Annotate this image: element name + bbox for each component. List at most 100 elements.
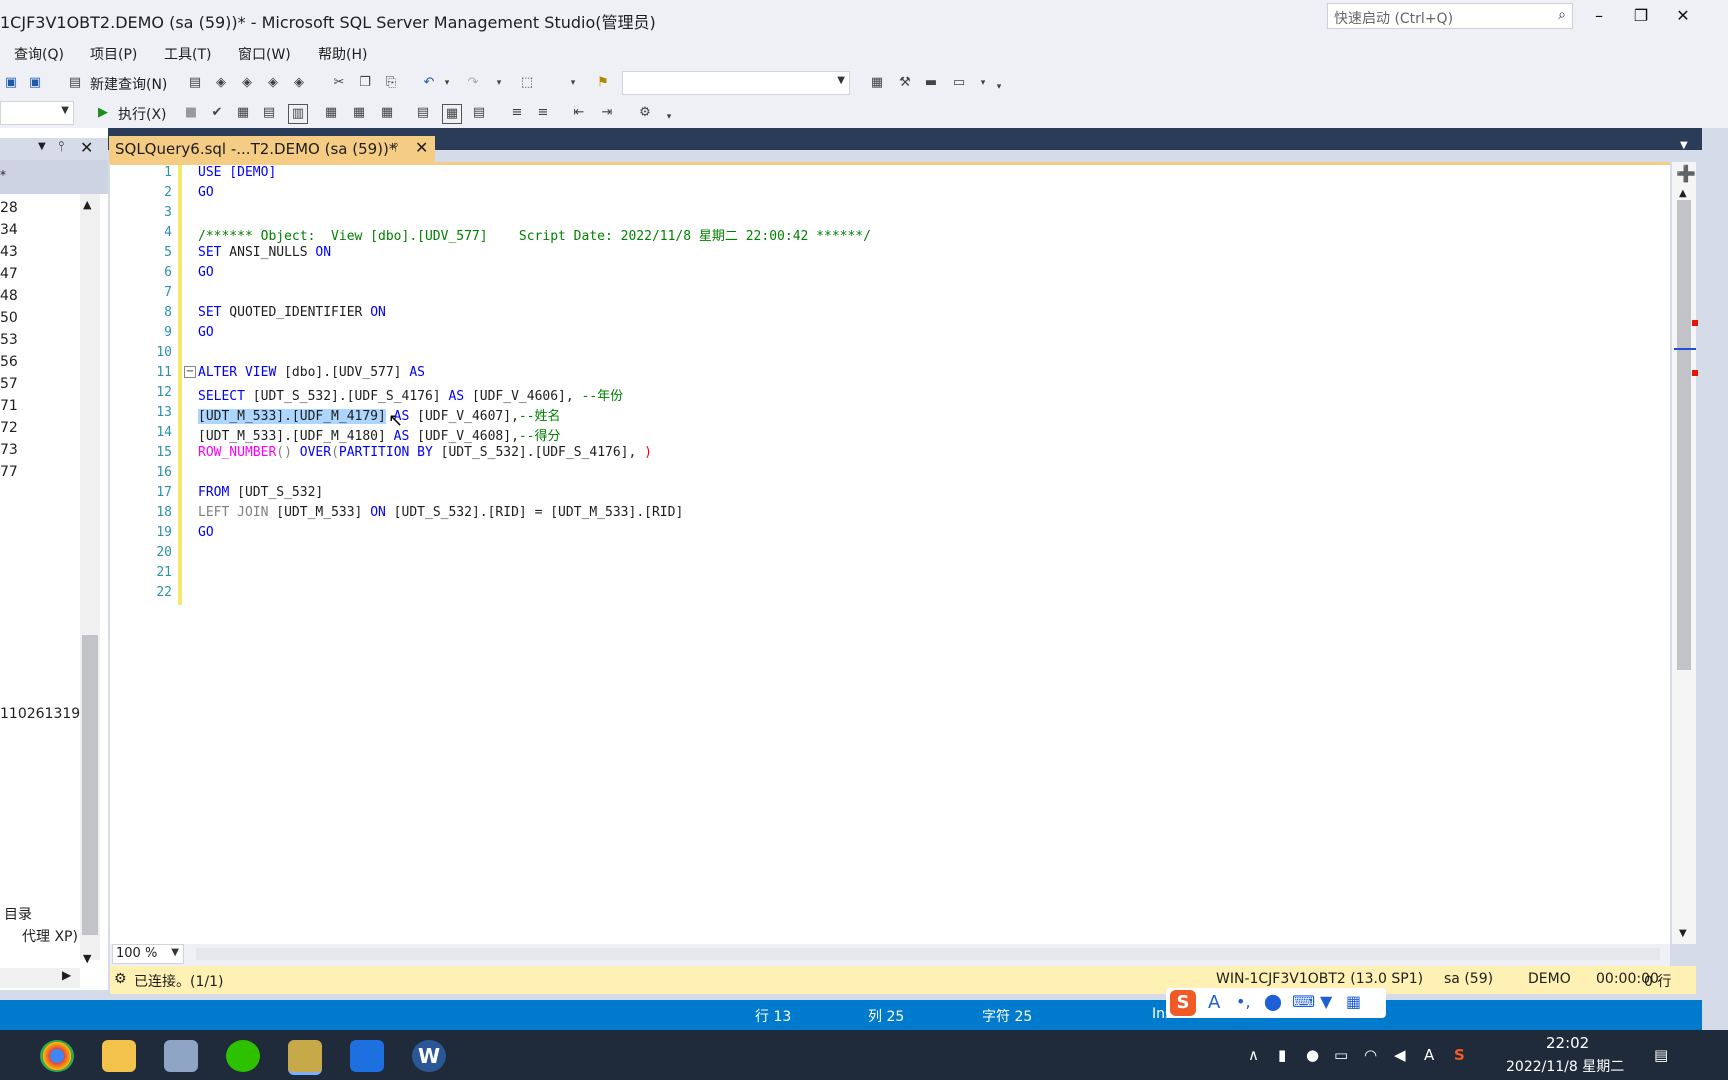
cut-icon[interactable]: ✂: [330, 74, 348, 92]
tray-ime-icon[interactable]: A: [1424, 1046, 1434, 1064]
dropdown-arrow-icon[interactable]: ▾: [564, 74, 582, 92]
find-icon[interactable]: ⚑: [594, 74, 612, 92]
error-marker[interactable]: [1692, 320, 1698, 326]
wrench-icon[interactable]: ⚒: [896, 74, 914, 92]
results-grid-icon[interactable]: ▦: [442, 104, 462, 124]
scroll-up-icon[interactable]: ▲: [1679, 188, 1687, 199]
db-engine-query-icon[interactable]: ▤: [186, 74, 204, 92]
sogou-logo-icon[interactable]: S: [1170, 990, 1196, 1016]
tree-item[interactable]: 43: [0, 244, 18, 260]
console-icon[interactable]: ▭: [950, 74, 968, 92]
toolbar-overflow-icon[interactable]: ▾: [660, 108, 678, 126]
tray-battery-icon[interactable]: ▭: [1334, 1046, 1348, 1064]
database-combo[interactable]: ▼: [0, 101, 74, 125]
toolbox-grid-icon[interactable]: ▦: [1346, 992, 1361, 1011]
toolbox-icon[interactable]: ▬: [922, 74, 940, 92]
panel-filter-icon[interactable]: *: [0, 168, 6, 182]
results-file-icon[interactable]: ▤: [470, 104, 488, 122]
tree-item[interactable]: 28: [0, 200, 18, 216]
tree-item[interactable]: 72: [0, 420, 18, 436]
increase-indent-icon[interactable]: ⇥: [598, 104, 616, 122]
stop-icon[interactable]: ■: [182, 104, 200, 122]
comment-icon[interactable]: ≡: [508, 104, 526, 122]
tree-item[interactable]: 73: [0, 442, 18, 458]
paste-icon[interactable]: ⎘: [382, 74, 400, 92]
results-to-grid-icon[interactable]: ▥: [288, 104, 308, 124]
xmla-query-icon[interactable]: ◈: [264, 74, 282, 92]
undo-icon[interactable]: ↶: [420, 74, 438, 92]
editor-hscrollbar[interactable]: [196, 948, 1660, 960]
tree-item[interactable]: 50: [0, 310, 18, 326]
new-query-icon[interactable]: ▤: [66, 74, 84, 92]
menu-tools[interactable]: 工具(T): [164, 44, 211, 64]
left-panel-scroll-thumb[interactable]: [82, 635, 98, 935]
tray-wifi-icon[interactable]: ◠: [1364, 1046, 1377, 1064]
zoom-combo[interactable]: 100 % ▼: [112, 944, 184, 964]
redo-dropdown-icon[interactable]: ▾: [490, 74, 508, 92]
save-icon[interactable]: ▣: [2, 74, 20, 92]
notepad-icon[interactable]: [164, 1040, 198, 1072]
scroll-up-icon[interactable]: ▲: [83, 198, 91, 211]
close-tab-icon[interactable]: ✕: [415, 138, 428, 157]
split-editor-icon[interactable]: ➕: [1676, 164, 1696, 183]
chrome-icon[interactable]: [40, 1040, 74, 1072]
close-window-button[interactable]: ✕: [1668, 6, 1698, 30]
tray-overflow-icon[interactable]: ∧: [1248, 1046, 1259, 1064]
specify-values-icon[interactable]: ⚙: [636, 104, 654, 122]
menu-query[interactable]: 查询(Q): [14, 44, 64, 64]
parse-icon[interactable]: ✔: [208, 104, 226, 122]
save-all-icon[interactable]: ▣: [26, 74, 44, 92]
tree-item[interactable]: 53: [0, 332, 18, 348]
tray-volume-icon[interactable]: ◀: [1394, 1046, 1406, 1064]
tray-qq-icon[interactable]: ●: [1306, 1046, 1319, 1064]
notification-icon[interactable]: ▤: [1654, 1046, 1668, 1064]
taskbar-date[interactable]: 2022/11/8 星期二: [1506, 1056, 1624, 1076]
panel-dropdown-icon[interactable]: ▼: [38, 141, 46, 152]
minimize-button[interactable]: –: [1584, 6, 1614, 30]
editor-scroll-thumb[interactable]: [1677, 200, 1691, 670]
collapse-toggle-icon[interactable]: −: [184, 366, 196, 378]
wechat-icon[interactable]: [226, 1040, 260, 1072]
quick-launch-input[interactable]: 快速启动 (Ctrl+Q) ⌕: [1327, 3, 1573, 29]
pin-icon[interactable]: ⫯: [393, 140, 398, 155]
pin-icon[interactable]: ⫯: [58, 139, 64, 155]
tab-sqlquery6[interactable]: SQLQuery6.sql -...T2.DEMO (sa (59))* ⫯ ✕: [109, 136, 435, 162]
tab-list-dropdown-icon[interactable]: ▼: [1680, 140, 1688, 151]
actual-plan-icon[interactable]: ▦: [322, 104, 340, 122]
restore-button[interactable]: ❐: [1626, 6, 1656, 30]
tree-item[interactable]: 34: [0, 222, 18, 238]
tree-item[interactable]: 71: [0, 398, 18, 414]
tree-item[interactable]: 57: [0, 376, 18, 392]
tree-item[interactable]: 77: [0, 464, 18, 480]
decrease-indent-icon[interactable]: ⇤: [570, 104, 588, 122]
file-explorer-icon[interactable]: [102, 1040, 136, 1072]
query-options-icon[interactable]: ▤: [260, 104, 278, 122]
feishu-icon[interactable]: [350, 1040, 384, 1072]
microphone-icon[interactable]: ⬤: [1264, 992, 1282, 1011]
sql-editor[interactable]: [110, 162, 1670, 944]
scroll-down-icon[interactable]: ▼: [83, 952, 91, 965]
menu-help[interactable]: 帮助(H): [318, 44, 367, 64]
menu-window[interactable]: 窗口(W): [238, 44, 291, 64]
tree-item-catalog[interactable]: 目录: [4, 904, 32, 924]
client-stats-icon[interactable]: ▦: [378, 104, 396, 122]
ime-punct-icon[interactable]: •,: [1236, 992, 1251, 1011]
taskbar-clock[interactable]: 22:02: [1546, 1034, 1589, 1052]
menu-project[interactable]: 项目(P): [90, 44, 137, 64]
search-combo[interactable]: ▼: [622, 71, 850, 95]
tree-item[interactable]: 110261319: [0, 706, 80, 722]
keyboard-icon[interactable]: ⌨: [1292, 992, 1315, 1011]
redo-icon[interactable]: ↷: [464, 74, 482, 92]
copy-icon[interactable]: ❐: [356, 74, 374, 92]
tree-item-agent[interactable]: 代理 XP): [22, 926, 78, 946]
tray-mic-icon[interactable]: ▮: [1278, 1046, 1286, 1064]
execute-button[interactable]: 执行(X): [118, 104, 167, 124]
tree-item[interactable]: 56: [0, 354, 18, 370]
tree-item[interactable]: 48: [0, 288, 18, 304]
skin-icon[interactable]: ▼: [1320, 992, 1332, 1011]
live-stats-icon[interactable]: ▦: [350, 104, 368, 122]
execute-icon[interactable]: ▶: [94, 104, 112, 122]
dmx-query-icon[interactable]: ◈: [238, 74, 256, 92]
wordpress-icon[interactable]: W: [412, 1040, 446, 1072]
mdx-query-icon[interactable]: ◈: [212, 74, 230, 92]
